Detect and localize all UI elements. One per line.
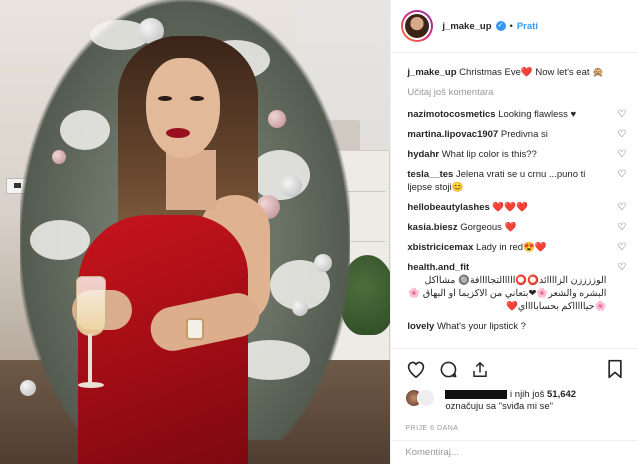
ornament <box>52 150 66 164</box>
instagram-post: j_make_up ✓ • Prati j_make_up Christmas … <box>0 0 638 464</box>
comment-like-icon[interactable]: ♡ <box>617 241 626 254</box>
ornament <box>280 175 302 197</box>
comment: hydahr What lip color is this?? ♡ <box>407 148 626 161</box>
caption-text-2: Now let's eat <box>535 67 590 78</box>
comment-text: Predivna si <box>500 129 548 140</box>
ornament <box>20 380 36 396</box>
load-more-comments-link[interactable]: Učitaj još komentara <box>407 87 626 98</box>
comment-icon[interactable] <box>437 358 459 380</box>
comment-like-icon[interactable]: ♡ <box>617 201 626 214</box>
comment-text: Looking flawless ♥ <box>498 109 577 120</box>
comment-like-icon[interactable]: ♡ <box>617 261 626 274</box>
comment-username[interactable]: kasia.biesz <box>407 222 457 233</box>
comment-username[interactable]: martina.lipovac1907 <box>407 129 498 140</box>
bookmark-icon[interactable] <box>604 358 626 380</box>
comment: tesla__tes Jelena vrati se u crnu ...pun… <box>407 168 626 194</box>
comment: lovely What's your lipstick ? <box>407 320 626 333</box>
comment-text: Gorgeous ❤️ <box>460 222 517 233</box>
post-sidebar: j_make_up ✓ • Prati j_make_up Christmas … <box>390 0 638 464</box>
comment-username[interactable]: tesla__tes <box>407 169 453 180</box>
share-icon[interactable] <box>469 358 491 380</box>
caption-text: Christmas Eve <box>459 67 521 78</box>
post-photo[interactable] <box>0 0 391 464</box>
separator-dot: • <box>509 20 513 32</box>
ornament <box>268 110 286 128</box>
woman-face <box>146 58 220 158</box>
likes-prefix: i njih još <box>510 389 545 400</box>
post-timestamp[interactable]: PRIJE 6 DANA <box>405 425 626 432</box>
caption-username[interactable]: j_make_up <box>407 67 456 78</box>
comment-text: ❤️❤️❤️ <box>492 202 528 213</box>
ornament <box>292 300 308 316</box>
verified-badge-icon: ✓ <box>495 21 506 31</box>
comment-text: What's your lipstick ? <box>436 321 526 332</box>
comment-username[interactable]: lovely <box>407 321 434 332</box>
comment-text: الوززززن الزاااائد⭕⭕ااااالتجاااافة🔘 مشاا… <box>408 275 607 312</box>
comment-like-icon[interactable]: ♡ <box>617 108 626 121</box>
comment-like-icon[interactable]: ♡ <box>617 168 626 181</box>
comment: xbistricicemax Lady in red😍❤️ ♡ <box>407 241 626 254</box>
ornament <box>314 254 332 272</box>
champagne-glass <box>76 276 106 336</box>
comment-text: Lady in red😍❤️ <box>476 242 547 253</box>
post-caption: j_make_up Christmas Eve❤️ Now let's eat … <box>407 66 626 79</box>
comment-username[interactable]: health.and_fit <box>407 262 469 273</box>
monkey-emoji: 🙊 <box>592 67 604 78</box>
comment: nazimotocosmetics Looking flawless ♥ ♡ <box>407 108 626 121</box>
avatar[interactable] <box>401 10 434 42</box>
comment-username[interactable]: hydahr <box>407 149 439 160</box>
comment: health.and_fit الوززززن الزاااائد⭕⭕ااااا… <box>407 261 626 313</box>
comment-like-icon[interactable]: ♡ <box>617 221 626 234</box>
add-comment-input[interactable]: Komentiraj... <box>391 440 638 464</box>
likes-suffix: označuju sa "sviđa mi se" <box>445 401 553 412</box>
comment-username[interactable]: nazimotocosmetics <box>407 109 495 120</box>
likes-summary[interactable]: i njih još 51,642 označuju sa "sviđa mi … <box>405 389 626 413</box>
red-lips <box>166 128 190 138</box>
comment: martina.lipovac1907 Predivna si ♡ <box>407 128 626 141</box>
comment-like-icon[interactable]: ♡ <box>617 128 626 141</box>
redacted-username <box>445 389 508 399</box>
comments-section[interactable]: j_make_up Christmas Eve❤️ Now let's eat … <box>391 53 638 348</box>
likes-count: 51,642 <box>547 389 577 400</box>
liker-avatars <box>405 389 439 407</box>
follow-button[interactable]: Prati <box>517 21 538 32</box>
heart-emoji: ❤️ <box>520 67 533 78</box>
comment-username[interactable]: xbistricicemax <box>407 242 473 253</box>
heart-outline-icon[interactable] <box>405 358 427 380</box>
post-header: j_make_up ✓ • Prati <box>391 0 638 53</box>
comment: hellobeautylashes ❤️❤️❤️ ♡ <box>407 201 626 214</box>
comment-like-icon[interactable]: ♡ <box>617 148 626 161</box>
comment-text: What lip color is this?? <box>441 149 537 160</box>
wristwatch <box>186 318 204 340</box>
comment: kasia.biesz Gorgeous ❤️ ♡ <box>407 221 626 234</box>
header-username[interactable]: j_make_up <box>442 21 491 32</box>
comment-username[interactable]: hellobeautylashes <box>407 202 489 213</box>
post-actions: i njih još 51,642 označuju sa "sviđa mi … <box>391 348 638 432</box>
